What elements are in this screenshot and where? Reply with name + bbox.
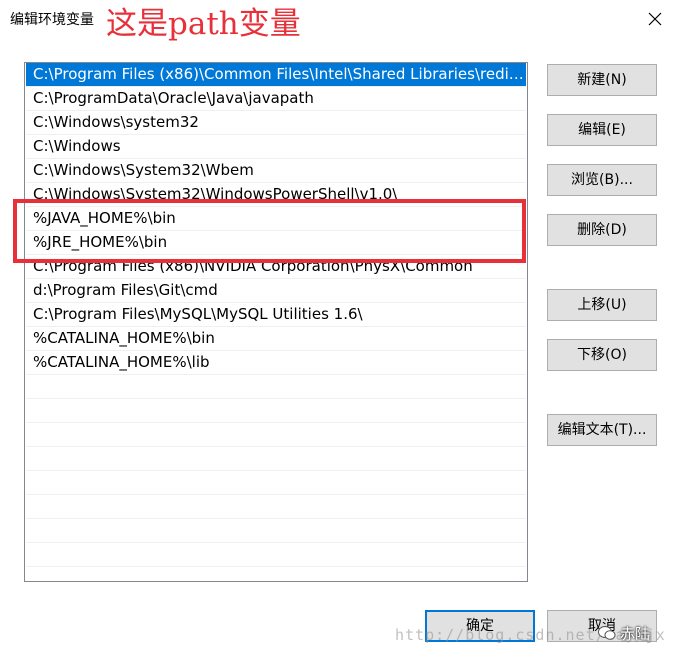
annotation-text: 这是path变量 <box>106 6 301 42</box>
path-list[interactable]: C:\Program Files (x86)\Common Files\Inte… <box>24 62 528 582</box>
path-item[interactable]: %CATALINA_HOME%\lib <box>26 351 526 375</box>
move-down-button[interactable]: 下移(O) <box>547 339 657 371</box>
delete-button[interactable]: 删除(D) <box>547 214 657 246</box>
path-item[interactable]: C:\Windows\System32\WindowsPowerShell\v1… <box>26 183 526 207</box>
empty-row <box>26 519 526 543</box>
edit-env-var-dialog: 编辑环境变量 这是path变量 C:\Program Files (x86)\C… <box>0 0 677 664</box>
path-item[interactable]: C:\Program Files (x86)\NVIDIA Corporatio… <box>26 255 526 279</box>
path-item[interactable]: C:\Windows\System32\Wbem <box>26 159 526 183</box>
edit-button[interactable]: 编辑(E) <box>547 114 657 146</box>
close-button[interactable] <box>640 4 670 34</box>
path-item[interactable]: C:\ProgramData\Oracle\Java\javapath <box>26 87 526 111</box>
browse-button[interactable]: 浏览(B)... <box>547 164 657 196</box>
path-item[interactable]: %JRE_HOME%\bin <box>26 231 526 255</box>
path-item[interactable]: C:\Windows <box>26 135 526 159</box>
wechat-icon <box>598 626 616 640</box>
empty-row <box>26 399 526 423</box>
wechat-badge: 赤陆 <box>598 620 650 646</box>
path-item[interactable]: d:\Program Files\Git\cmd <box>26 279 526 303</box>
wechat-badge-label: 赤陆 <box>620 624 651 643</box>
path-item[interactable]: %JAVA_HOME%\bin <box>26 207 526 231</box>
empty-row <box>26 375 526 399</box>
close-icon <box>648 12 662 26</box>
path-item[interactable]: C:\Program Files\MySQL\MySQL Utilities 1… <box>26 303 526 327</box>
empty-row <box>26 495 526 519</box>
path-item[interactable]: %CATALINA_HOME%\bin <box>26 327 526 351</box>
move-up-button[interactable]: 上移(U) <box>547 289 657 321</box>
window-title: 编辑环境变量 <box>10 12 94 28</box>
empty-row <box>26 447 526 471</box>
empty-row <box>26 543 526 567</box>
path-item[interactable]: C:\Windows\system32 <box>26 111 526 135</box>
new-button[interactable]: 新建(N) <box>547 64 657 96</box>
empty-row <box>26 471 526 495</box>
path-item[interactable]: C:\Program Files (x86)\Common Files\Inte… <box>26 63 526 87</box>
edit-text-button[interactable]: 编辑文本(T)... <box>547 414 657 446</box>
empty-row <box>26 423 526 447</box>
